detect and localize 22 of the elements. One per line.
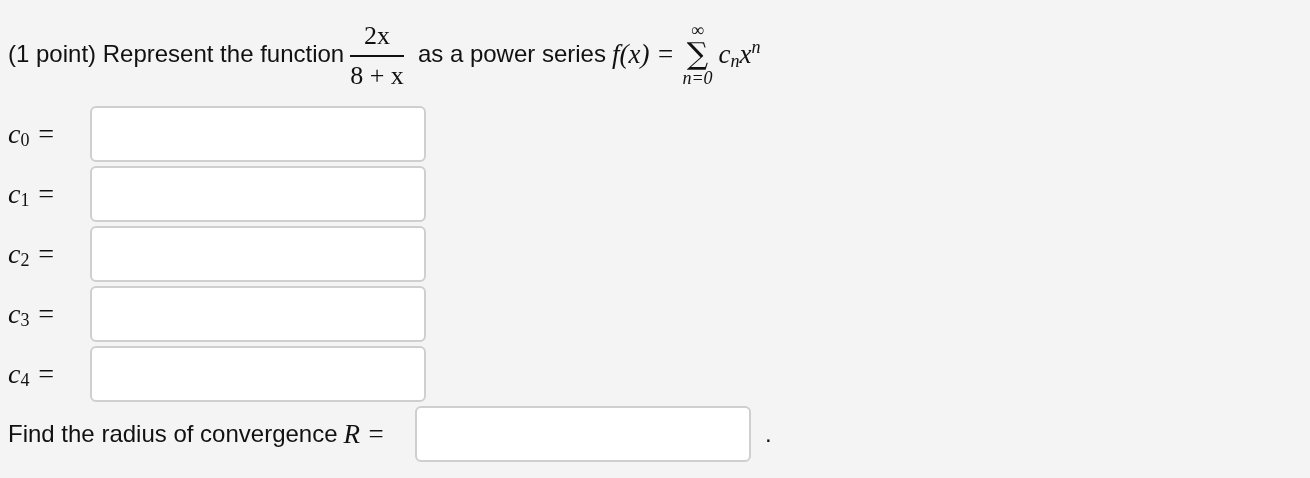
period-text: .	[765, 420, 772, 448]
radius-variable: R =	[343, 418, 385, 450]
coefficient-label: c$_{4}$ =	[8, 357, 57, 391]
question-text: as a power series	[417, 40, 606, 68]
coefficient-label: c$_{3}$ =	[8, 297, 57, 331]
answer-field[interactable]	[90, 226, 426, 282]
series-term: c$_{n}$x$^{n}$	[718, 36, 761, 72]
question-text: (1 point) Represent the function	[8, 40, 345, 68]
function-expression: f(x) =	[611, 38, 675, 70]
coefficient-label: c$_{0}$ =	[8, 117, 57, 151]
fraction-denominator: 8 + x	[350, 61, 404, 91]
sum-upper-limit: ∞	[691, 21, 704, 39]
answer-field[interactable]	[90, 346, 426, 402]
coefficient-label: c$_{1}$ =	[8, 177, 57, 211]
answer-field[interactable]	[90, 286, 426, 342]
radius-question-text: Find the radius of convergence	[8, 420, 338, 448]
coefficient-label: c$_{2}$ =	[8, 237, 57, 271]
answer-field[interactable]	[90, 166, 426, 222]
sum-lower-limit: n=0	[682, 69, 713, 87]
fraction-numerator: 2x	[364, 21, 391, 51]
answer-field[interactable]	[415, 406, 751, 462]
answer-field[interactable]	[90, 106, 426, 162]
